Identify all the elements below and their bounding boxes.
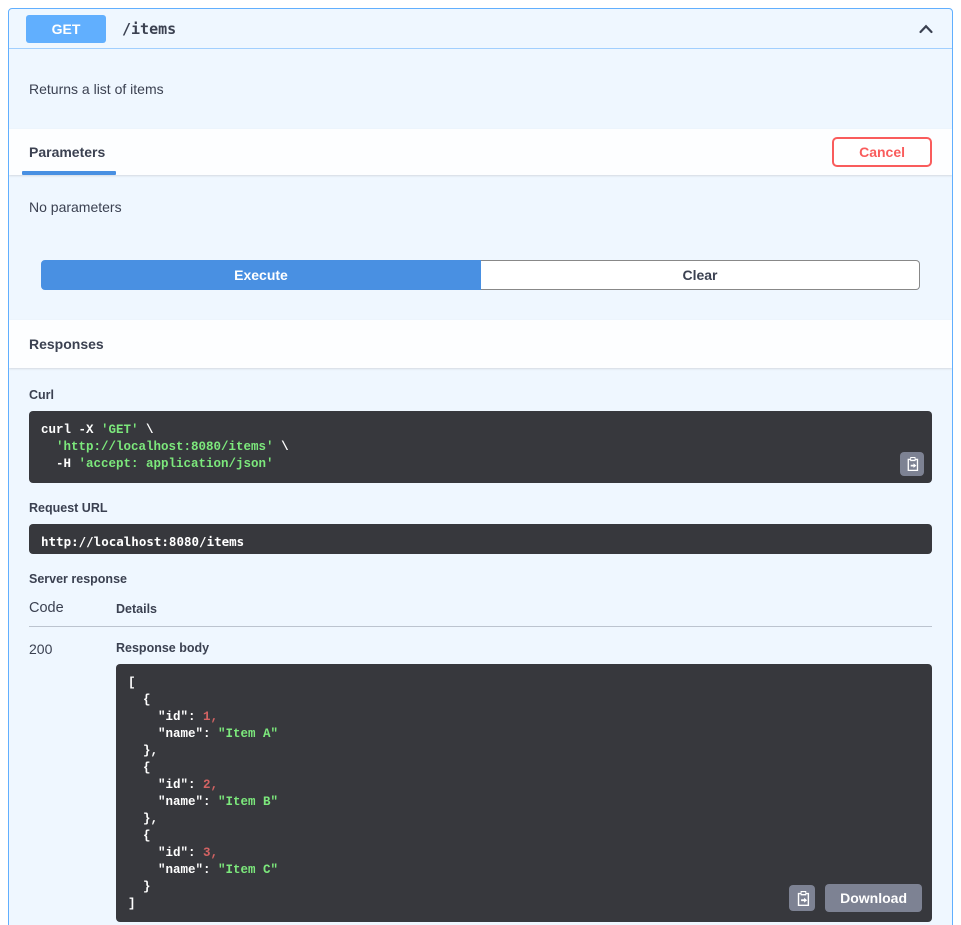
status-code: 200 (29, 641, 116, 922)
curl-command: curl -X 'GET' \ 'http://localhost:8080/i… (29, 411, 932, 483)
copy-response-button[interactable] (789, 885, 815, 911)
endpoint-path: /items (122, 20, 176, 38)
response-details-cell: Response body [ { "id": 1, "name": "Item… (116, 641, 932, 922)
operation-block-get-items: GET /items Returns a list of items Param… (8, 8, 953, 925)
request-url-value: http://localhost:8080/items (29, 524, 932, 554)
response-body-block: [ { "id": 1, "name": "Item A" }, { "id":… (116, 664, 932, 922)
execute-button[interactable]: Execute (41, 260, 481, 290)
curl-code: curl -X 'GET' \ 'http://localhost:8080/i… (41, 423, 289, 471)
download-button[interactable]: Download (825, 884, 922, 912)
operation-description: Returns a list of items (29, 81, 164, 97)
details-column-header: Details (116, 602, 157, 616)
copy-to-clipboard-icon (905, 457, 919, 471)
http-method-badge: GET (26, 15, 106, 43)
responses-title: Responses (29, 336, 104, 352)
copy-to-clipboard-icon (795, 891, 810, 906)
curl-label: Curl (29, 388, 932, 402)
response-body-code: [ { "id": 1, "name": "Item A" }, { "id":… (128, 676, 278, 911)
response-row-200: 200 Response body [ { "id": 1, "name": "… (29, 641, 932, 922)
server-response-label: Server response (29, 572, 932, 586)
responses-body: Curl curl -X 'GET' \ 'http://localhost:8… (9, 368, 952, 925)
collapse-button[interactable] (914, 17, 938, 41)
clear-button[interactable]: Clear (481, 260, 920, 290)
code-column-header: Code (29, 600, 116, 616)
cancel-button[interactable]: Cancel (832, 137, 932, 167)
parameters-section-header: Parameters Cancel (9, 129, 952, 175)
response-body-label: Response body (116, 641, 932, 655)
operation-summary[interactable]: GET /items (9, 9, 952, 49)
response-table-header: Code Details (29, 600, 932, 627)
responses-section-header: Responses (9, 320, 952, 368)
no-parameters-message: No parameters (29, 199, 932, 215)
request-url-label: Request URL (29, 501, 932, 515)
operation-description-wrapper: Returns a list of items (9, 49, 952, 129)
execute-button-group: Execute Clear (41, 260, 920, 290)
chevron-up-icon (916, 19, 936, 39)
parameters-body: No parameters Execute Clear (9, 175, 952, 320)
copy-curl-button[interactable] (900, 452, 924, 476)
tab-parameters[interactable]: Parameters (29, 129, 105, 175)
response-body-actions: Download (789, 884, 922, 912)
tab-parameters-label: Parameters (29, 144, 105, 160)
